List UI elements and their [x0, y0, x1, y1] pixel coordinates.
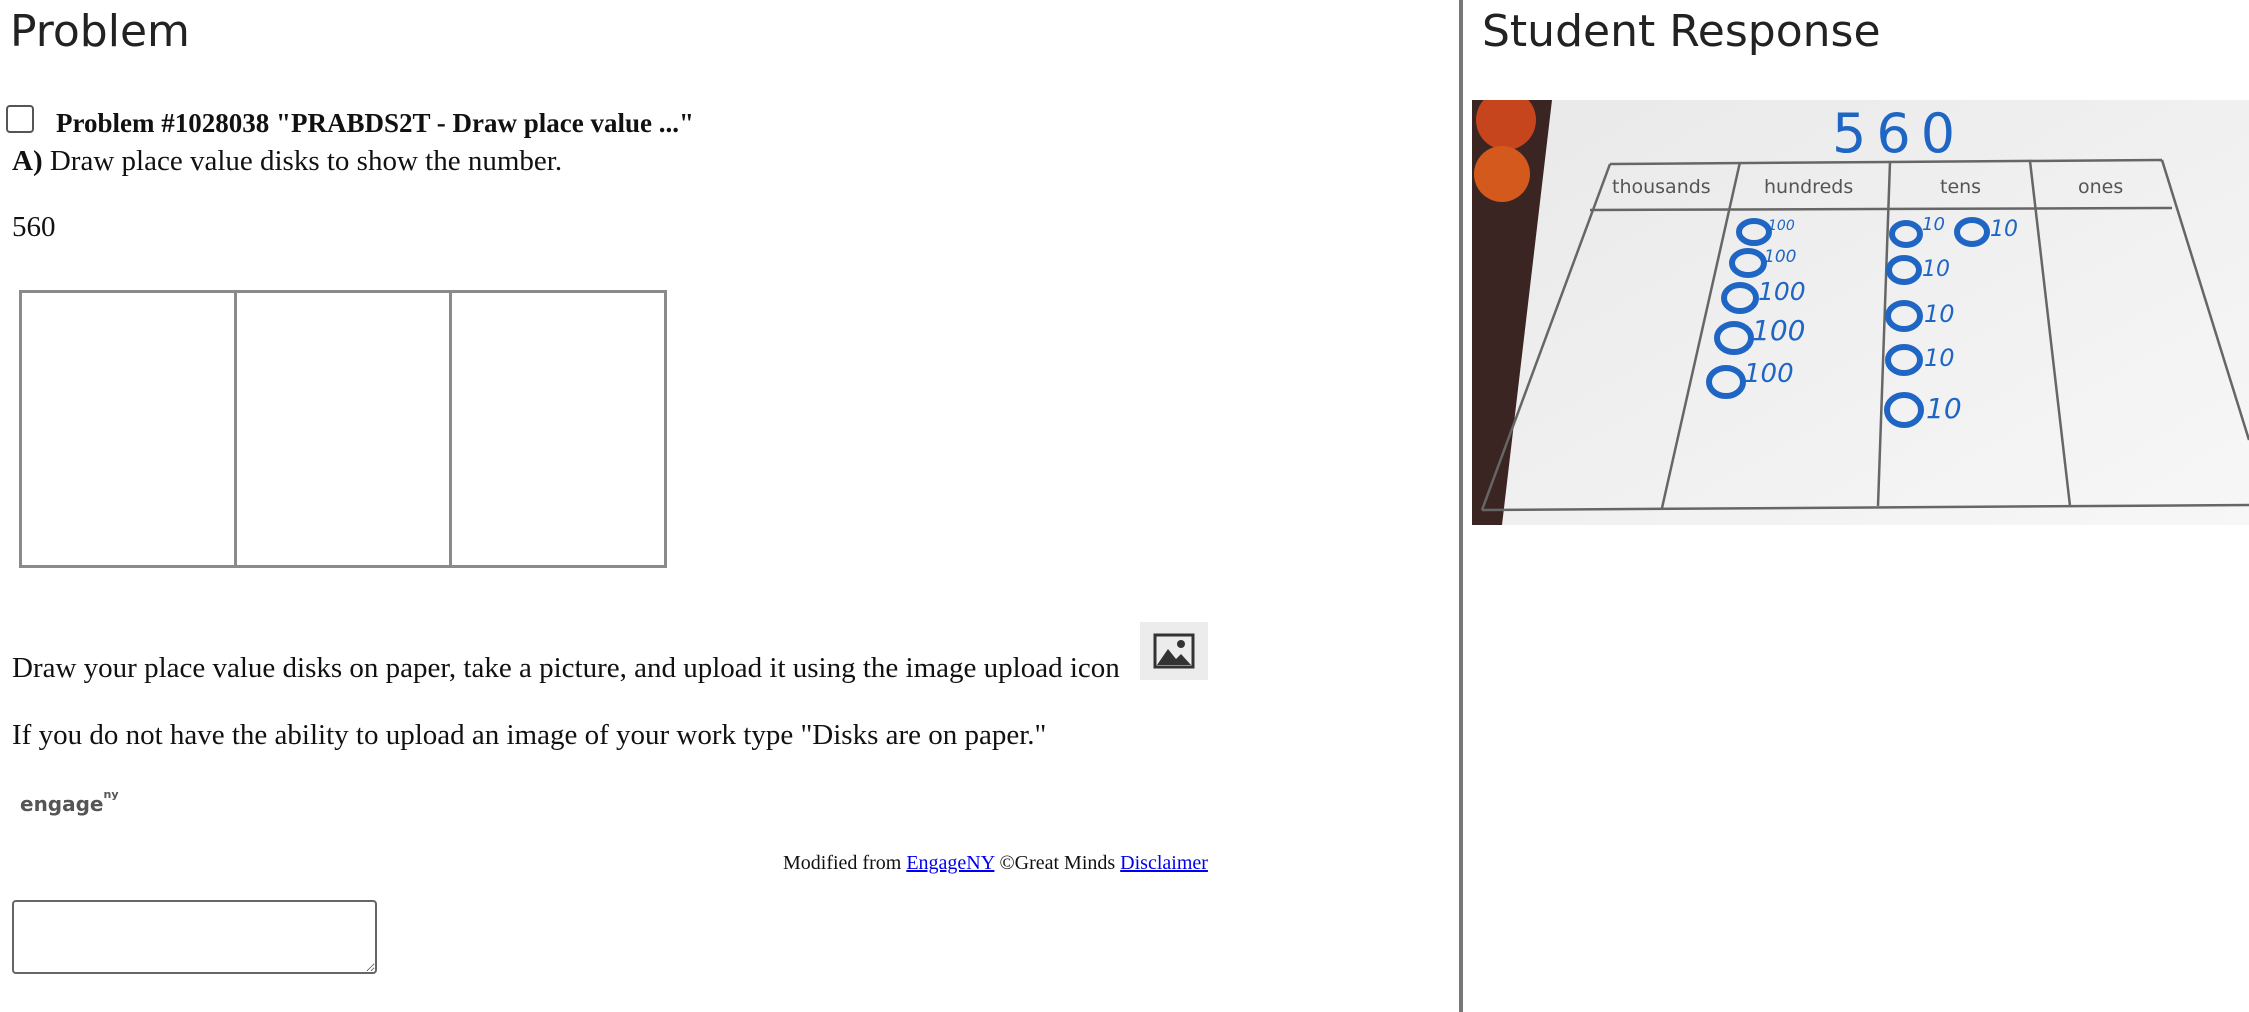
problem-name: Problem #1028038 "PRABDS2T - Draw place …: [56, 108, 694, 138]
place-value-chart: [19, 290, 667, 568]
hundreds-disk-label: 100: [1744, 359, 1794, 389]
credit-line: Modified from EngageNY ©Great Minds Disc…: [783, 852, 1208, 875]
alternative-instruction: If you do not have the ability to upload…: [12, 719, 1047, 751]
upload-instruction: Draw your place value disks on paper, ta…: [12, 652, 1120, 684]
prompt-text: Draw place value disks to show the numbe…: [49, 145, 563, 177]
copyright-text: ©Great Minds: [999, 852, 1116, 874]
student-response-title: Student Response: [1482, 6, 1881, 57]
tens-disk-label: 10: [1922, 214, 1945, 235]
answer-input[interactable]: [12, 900, 377, 974]
tens-disk-label: 10: [1926, 392, 1962, 425]
hundreds-disk-label: 100: [1768, 218, 1795, 234]
problem-checkbox[interactable]: [6, 104, 34, 133]
problem-pane-title: Problem: [10, 6, 190, 57]
tens-disk-label: 10: [1922, 257, 1950, 282]
tens-disk-label: 10: [1990, 217, 2018, 242]
part-a-prompt: A) Draw place value disks to show the nu…: [12, 145, 562, 178]
place-value-column: [452, 293, 664, 565]
problem-header: Problem #1028038 "PRABDS2T - Draw place …: [6, 104, 694, 139]
photo-written-number: 560: [1832, 102, 1965, 165]
photo-column-header: hundreds: [1764, 176, 1853, 198]
student-work-photo: 560 thousands hundreds tens ones 100 100…: [1472, 100, 2249, 525]
disclaimer-link[interactable]: Disclaimer: [1120, 852, 1208, 874]
engageny-link[interactable]: EngageNY: [906, 852, 994, 874]
hundreds-disk-label: 100: [1764, 247, 1796, 267]
hundreds-disk-label: 100: [1752, 314, 1805, 347]
photo-column-header: thousands: [1612, 176, 1711, 198]
tens-disk-label: 10: [1924, 300, 1955, 328]
place-value-column: [237, 293, 452, 565]
place-value-column: [22, 293, 237, 565]
pane-divider[interactable]: [1459, 0, 1463, 1012]
part-label: A): [12, 145, 43, 177]
photo-column-header: tens: [1940, 176, 1981, 198]
credit-prefix: Modified from: [783, 852, 902, 874]
photo-column-header: ones: [2078, 176, 2123, 198]
target-number: 560: [12, 211, 56, 243]
tens-disk-label: 10: [1924, 344, 1955, 372]
hundreds-disk-label: 100: [1758, 277, 1806, 306]
image-upload-icon[interactable]: [1140, 622, 1208, 680]
engageny-logo: engageny: [20, 788, 119, 816]
